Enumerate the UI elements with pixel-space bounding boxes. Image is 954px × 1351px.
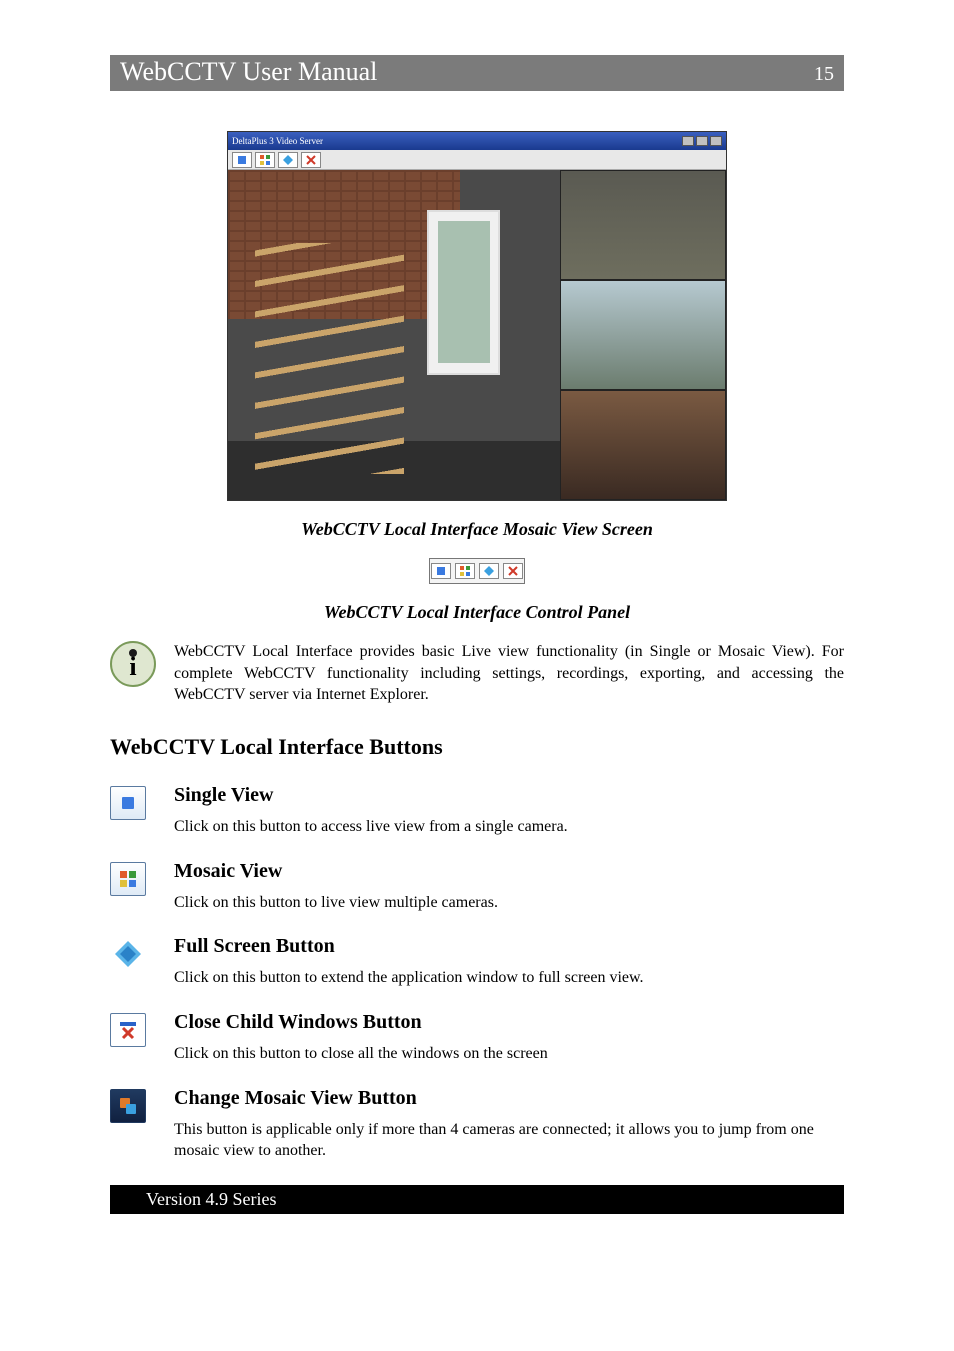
single-view-icon bbox=[232, 152, 252, 168]
info-icon: i bbox=[110, 641, 156, 687]
camera-thumb-1 bbox=[560, 170, 726, 280]
change-mosaic-title: Change Mosaic View Button bbox=[174, 1087, 844, 1110]
control-panel-caption: WebCCTV Local Interface Control Panel bbox=[110, 602, 844, 623]
maximize-icon bbox=[696, 136, 708, 146]
fullscreen-icon bbox=[278, 152, 298, 168]
mosaic-view-title: Mosaic View bbox=[174, 860, 844, 883]
fullscreen-title: Full Screen Button bbox=[174, 935, 844, 958]
change-mosaic-button-icon bbox=[110, 1089, 146, 1123]
close-windows-icon bbox=[503, 563, 523, 579]
mosaic-view-icon bbox=[255, 152, 275, 168]
single-view-button-icon bbox=[110, 786, 146, 820]
side-camera-views bbox=[560, 170, 726, 500]
mosaic-view-screenshot: DeltaPlus 3 Video Server bbox=[227, 131, 727, 501]
button-row-close: Close Child Windows Button Click on this… bbox=[110, 1011, 844, 1083]
button-row-fullscreen: Full Screen Button Click on this button … bbox=[110, 935, 844, 1007]
button-row-single: Single View Click on this button to acce… bbox=[110, 784, 844, 856]
minimize-icon bbox=[682, 136, 694, 146]
close-icon bbox=[710, 136, 722, 146]
window-title: DeltaPlus 3 Video Server bbox=[232, 136, 323, 146]
page-number: 15 bbox=[814, 63, 834, 86]
page-header: WebCCTV User Manual 15 bbox=[110, 55, 844, 91]
mosaic-area bbox=[228, 170, 726, 500]
manual-title: WebCCTV User Manual bbox=[120, 57, 377, 87]
camera-thumb-2 bbox=[560, 280, 726, 390]
close-windows-desc: Click on this button to close all the wi… bbox=[174, 1044, 844, 1065]
button-row-mosaic: Mosaic View Click on this button to live… bbox=[110, 860, 844, 932]
mosaic-view-icon bbox=[455, 563, 475, 579]
change-mosaic-desc: This button is applicable only if more t… bbox=[174, 1120, 844, 1162]
close-windows-title: Close Child Windows Button bbox=[174, 1011, 844, 1034]
footer-version: Version 4.9 Series bbox=[110, 1185, 844, 1214]
mosaic-screen-caption: WebCCTV Local Interface Mosaic View Scre… bbox=[110, 519, 844, 540]
window-system-icons bbox=[682, 136, 722, 146]
screenshot-toolbar bbox=[228, 150, 726, 170]
fullscreen-button-icon bbox=[110, 937, 146, 971]
close-windows-icon bbox=[301, 152, 321, 168]
single-view-icon bbox=[431, 563, 451, 579]
single-view-title: Single View bbox=[174, 784, 844, 807]
fullscreen-desc: Click on this button to extend the appli… bbox=[174, 968, 844, 989]
control-panel-strip bbox=[429, 558, 525, 584]
mosaic-view-desc: Click on this button to live view multip… bbox=[174, 893, 844, 914]
fullscreen-icon bbox=[479, 563, 499, 579]
single-view-desc: Click on this button to access live view… bbox=[174, 817, 844, 838]
info-text: WebCCTV Local Interface provides basic L… bbox=[174, 641, 844, 706]
main-camera-view bbox=[228, 170, 560, 500]
camera-thumb-3 bbox=[560, 390, 726, 500]
close-windows-button-icon bbox=[110, 1013, 146, 1047]
info-note: i WebCCTV Local Interface provides basic… bbox=[110, 641, 844, 706]
mosaic-view-button-icon bbox=[110, 862, 146, 896]
window-titlebar: DeltaPlus 3 Video Server bbox=[228, 132, 726, 150]
section-heading: WebCCTV Local Interface Buttons bbox=[110, 734, 844, 760]
